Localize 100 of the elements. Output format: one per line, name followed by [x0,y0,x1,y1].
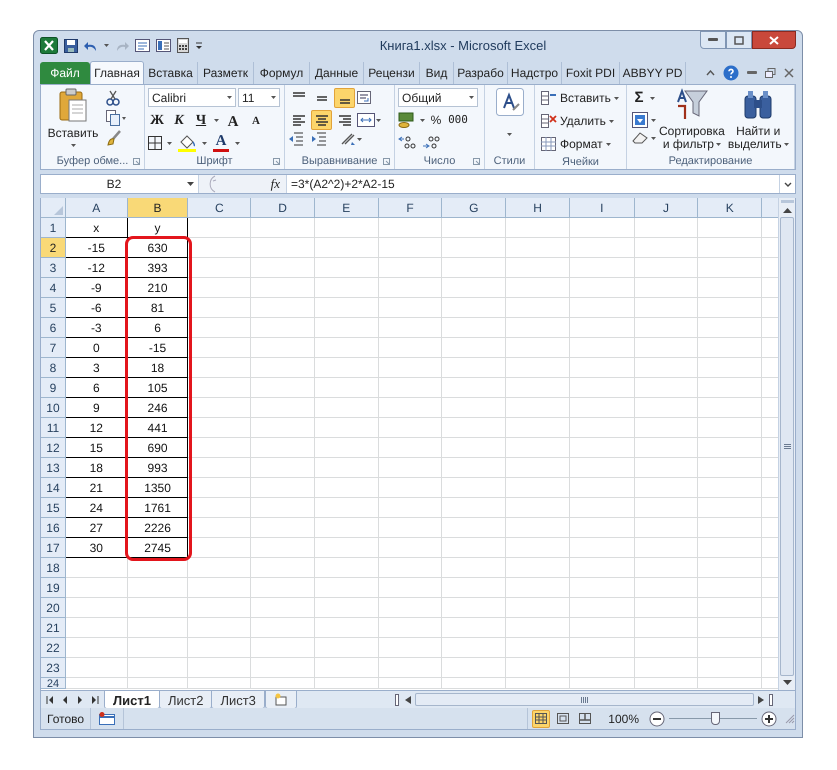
save-icon[interactable] [64,38,78,52]
next-sheet-icon[interactable] [76,696,84,704]
underline-button[interactable]: Ч [192,111,210,129]
list-icon[interactable] [156,39,171,52]
thousands-button[interactable]: 000 [447,112,469,128]
sheet-tab[interactable]: Лист1 [104,690,160,708]
autosum-button[interactable]: Σ [632,88,656,108]
row-header[interactable]: 21 [41,618,66,638]
percent-button[interactable]: % [429,111,443,129]
horizontal-scrollbar-thumb[interactable] [415,693,754,706]
row-header[interactable]: 10 [41,398,66,418]
decrease-decimal-icon[interactable] [422,135,440,149]
minimize-button[interactable] [700,31,726,49]
sheet-tab[interactable]: Лист2 [158,690,212,708]
fill-down-icon[interactable] [632,112,648,128]
row-header[interactable]: 16 [41,518,66,538]
fill-color-icon[interactable] [177,134,197,152]
eraser-icon[interactable] [632,132,648,144]
row-header[interactable]: 1 [41,218,66,238]
scroll-right-icon[interactable] [758,696,764,704]
align-center-button[interactable] [311,110,332,130]
find-select-button[interactable]: Найти и выделить [728,88,789,153]
record-macro-icon[interactable] [99,712,116,725]
increase-decimal-icon[interactable] [398,135,416,149]
grow-font-button[interactable]: A [223,111,243,129]
paste-button[interactable]: Вставить [44,88,102,153]
row-header[interactable]: 19 [41,578,66,598]
ribbon-tab[interactable]: Файл [40,62,90,84]
dialog-launcher-icon[interactable] [273,158,280,164]
scroll-down-icon[interactable] [782,680,792,686]
customize-dropdown-icon[interactable] [195,40,203,50]
caret-icon[interactable] [214,118,219,122]
last-sheet-icon[interactable] [91,696,99,704]
dialog-launcher-icon[interactable] [473,158,480,164]
align-bottom-button[interactable] [334,88,355,108]
column-header[interactable]: E [314,198,379,217]
scroll-left-icon[interactable] [405,696,411,704]
row-header[interactable]: 13 [41,458,66,478]
row-header[interactable]: 5 [41,298,66,318]
column-header[interactable]: G [442,198,506,217]
bold-button[interactable]: Ж [148,111,166,129]
row-header[interactable]: 2 [41,238,66,258]
caret-icon[interactable] [167,142,172,144]
column-header[interactable]: K [698,198,762,217]
caret-icon[interactable] [420,118,425,122]
row-header[interactable]: 12 [41,438,66,458]
scroll-up-icon[interactable] [782,207,792,213]
caret-icon[interactable] [235,142,240,144]
text-orientation-icon[interactable] [340,132,356,146]
row-header[interactable]: 20 [41,598,66,618]
splitter-handle-icon[interactable] [769,694,773,706]
spreadsheet-logo-icon[interactable] [40,37,58,54]
minimize-icon[interactable] [747,71,757,75]
dialog-launcher-icon[interactable] [133,158,140,164]
cells-menu-button[interactable]: Вставить [541,88,619,108]
row-header[interactable]: 17 [41,538,66,558]
currency-icon[interactable] [398,112,416,128]
zoom-in-icon[interactable] [761,710,777,726]
font-color-button[interactable]: A [212,134,230,152]
sheet-tab[interactable]: Лист3 [211,690,265,708]
italic-button[interactable]: К [170,111,188,129]
increase-indent-icon[interactable] [311,132,327,146]
zoom-slider-thumb[interactable] [710,712,720,724]
undo-icon[interactable] [84,40,98,52]
row-header[interactable]: 14 [41,478,66,498]
zoom-slider[interactable] [669,712,757,726]
column-header[interactable]: F [378,198,442,217]
shrink-font-button[interactable]: A [247,111,265,129]
zoom-out-icon[interactable] [649,710,665,726]
help-icon[interactable] [723,65,739,81]
caret-icon[interactable] [104,44,109,47]
resize-grip-icon[interactable] [785,714,795,724]
close-icon[interactable] [784,68,794,78]
font-size-field[interactable]: 11 [238,88,280,107]
collapse-ribbon-icon[interactable] [706,70,715,76]
vertical-scrollbar[interactable] [778,198,795,690]
wrap-text-icon[interactable] [357,90,373,106]
number-format-field[interactable]: Общий [398,88,478,107]
splitter-handle-icon[interactable] [395,694,399,706]
cells-menu-button[interactable]: Удалить [541,111,619,131]
calculator-icon[interactable] [177,38,189,53]
row-header[interactable]: 9 [41,378,66,398]
format-brush-icon[interactable] [106,130,122,146]
row-header[interactable]: 7 [41,338,66,358]
row-header[interactable]: 4 [41,278,66,298]
column-header[interactable]: B [128,198,188,217]
column-header[interactable]: J [634,198,698,217]
merge-cells-icon[interactable] [357,113,375,127]
column-header[interactable]: I [570,198,635,217]
row-header[interactable]: 22 [41,638,66,658]
borders-icon[interactable] [148,136,162,150]
sort-filter-button[interactable]: Сортировка и фильтр [659,88,725,153]
scrollbar-thumb[interactable] [780,217,794,676]
column-header[interactable]: D [251,198,315,217]
row-header[interactable]: 15 [41,498,66,518]
maximize-button[interactable] [726,31,752,49]
row-header[interactable]: 23 [41,658,66,678]
row-header[interactable]: 11 [41,418,66,438]
first-sheet-icon[interactable] [46,696,54,704]
scissors-icon[interactable] [106,90,120,106]
